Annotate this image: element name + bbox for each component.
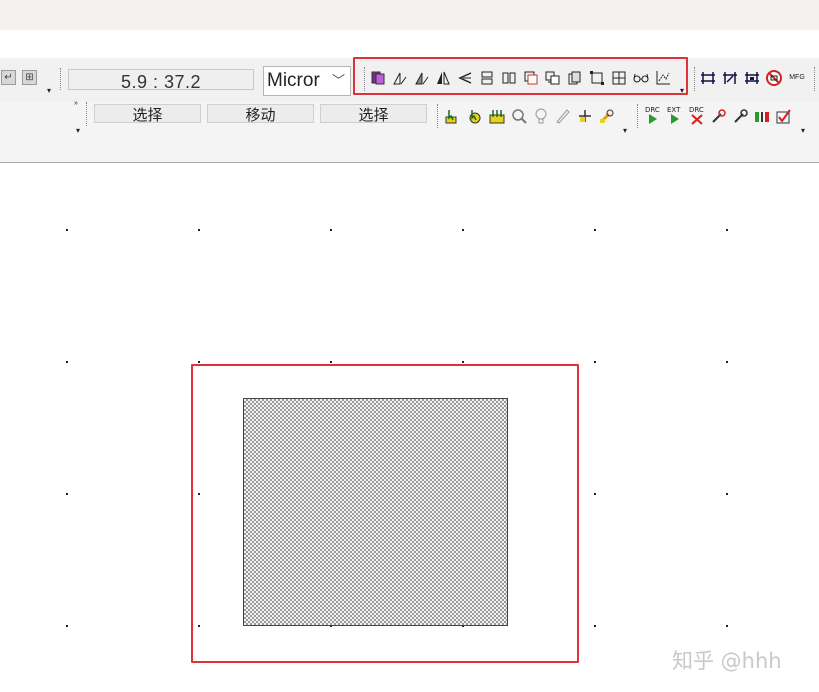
grid-dot [66, 625, 68, 627]
grid-dot [330, 229, 332, 231]
select-area-icon[interactable] [445, 108, 461, 124]
undo-icon[interactable]: ↵ [1, 70, 16, 85]
zoom-icon[interactable] [511, 108, 527, 124]
select-mode-button-2[interactable]: 选择 [320, 104, 427, 123]
grid-dot [594, 361, 596, 363]
toolbar-grip[interactable] [814, 67, 818, 91]
bulb-icon[interactable] [533, 108, 549, 124]
check-icon[interactable] [776, 108, 792, 124]
snap-edge-icon[interactable] [744, 70, 760, 86]
drc-clear-icon[interactable]: DRC [688, 105, 704, 125]
pen-icon[interactable] [555, 108, 571, 124]
grid-dot [726, 229, 728, 231]
snap-point-icon[interactable] [722, 70, 738, 86]
chevron-down-icon: ﹀ [331, 73, 345, 88]
grid-dot [594, 493, 596, 495]
toolbar-dropdown-icon[interactable] [799, 126, 807, 136]
toolbar-grip[interactable] [60, 68, 64, 90]
coordinate-display: 5.9 : 37.2 [68, 69, 254, 90]
toolbar-grip[interactable] [86, 102, 90, 126]
mfg-icon[interactable]: MFG [788, 68, 806, 88]
grid-dot [462, 361, 464, 363]
wrench-1-icon[interactable] [710, 108, 726, 124]
wrench-2-icon[interactable] [732, 108, 748, 124]
wrench-tool-icon[interactable] [599, 108, 615, 124]
title-bar [0, 0, 819, 30]
no-snap-icon[interactable] [766, 70, 782, 86]
grid-dot [594, 625, 596, 627]
unit-select-value: Micror [267, 70, 320, 91]
highlight-box-toolbar [353, 57, 688, 95]
snap-grid-icon[interactable] [700, 70, 716, 86]
drc-run-icon[interactable]: DRC [644, 105, 660, 125]
select-mode-button[interactable]: 选择 [94, 104, 201, 123]
ext-run-icon[interactable]: EXT [666, 105, 682, 125]
redo-icon[interactable]: ⊞ [22, 70, 37, 85]
watermark: 知乎 @hhh [672, 649, 782, 673]
grid-dot [462, 229, 464, 231]
grid-dot [198, 361, 200, 363]
svg-text:DRC: DRC [689, 106, 704, 114]
svg-text:EXT: EXT [667, 106, 681, 114]
crossing-icon[interactable] [577, 108, 593, 124]
grid-dot [726, 361, 728, 363]
grid-dot [66, 493, 68, 495]
toolbar-dropdown-icon[interactable] [621, 126, 629, 136]
grid-dot [66, 229, 68, 231]
grid-dot [330, 361, 332, 363]
grid-dot [726, 493, 728, 495]
unit-select[interactable]: Micror ﹀ [263, 66, 351, 96]
toolbar-grip[interactable] [694, 67, 698, 91]
marker-icon[interactable] [754, 108, 770, 124]
toolbar-expand-icon[interactable]: » [74, 100, 78, 107]
svg-text:DRC: DRC [645, 106, 660, 114]
select-all-icon[interactable] [489, 108, 505, 124]
toolbar-grip[interactable] [437, 104, 441, 128]
grid-dot [66, 361, 68, 363]
toolbar-dropdown-icon[interactable] [74, 126, 82, 136]
toolbar-dropdown-icon[interactable] [45, 86, 53, 96]
move-mode-button[interactable]: 移动 [207, 104, 314, 123]
highlight-box-canvas [191, 364, 579, 663]
select-object-icon[interactable] [467, 108, 483, 124]
grid-dot [594, 229, 596, 231]
grid-dot [726, 625, 728, 627]
grid-dot [198, 229, 200, 231]
toolbar-grip[interactable] [637, 104, 641, 128]
mfg-label: MFG [789, 74, 805, 81]
